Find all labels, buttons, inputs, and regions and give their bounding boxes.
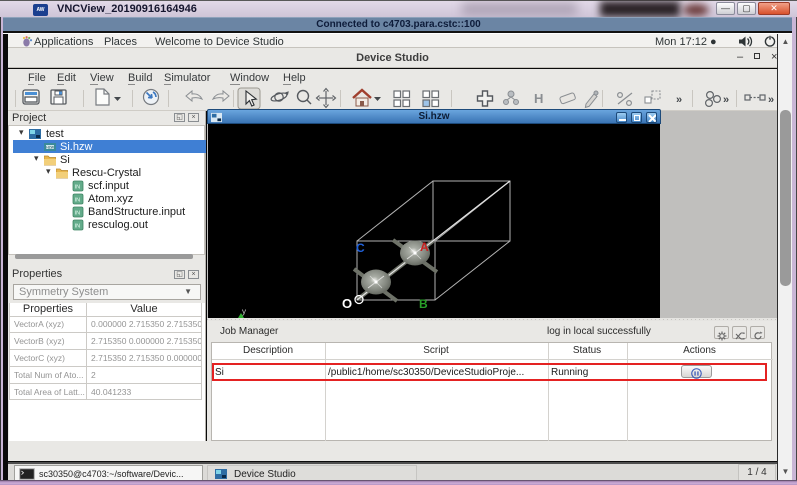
svg-text:O: O xyxy=(342,296,352,311)
svg-text:B: B xyxy=(419,297,428,311)
svg-text:HZW: HZW xyxy=(46,145,55,149)
svg-text:IN: IN xyxy=(75,223,81,229)
svg-text:»: » xyxy=(723,94,729,106)
svg-text:IN: IN xyxy=(75,197,81,203)
svg-text:IN: IN xyxy=(75,210,81,216)
svg-text:y: y xyxy=(242,307,246,316)
svg-text:»: » xyxy=(768,94,774,106)
svg-text:A: A xyxy=(420,240,429,254)
svg-text:»: » xyxy=(676,94,682,106)
svg-text:C: C xyxy=(356,241,365,255)
svg-text:IN: IN xyxy=(75,184,81,190)
svg-text:H: H xyxy=(534,91,543,106)
